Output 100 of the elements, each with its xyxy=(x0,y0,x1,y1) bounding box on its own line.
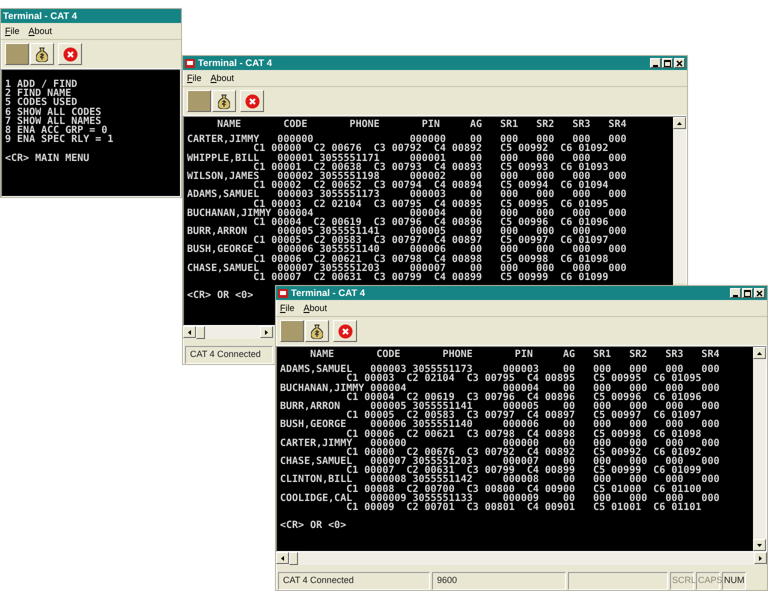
status-field: CAT 4 Connected xyxy=(185,346,273,364)
keyboard-indicator: SCRL xyxy=(670,572,694,590)
scroll-up-button[interactable] xyxy=(753,347,766,359)
column-headers: NAME CODE PHONE PIN AG SR1 SR2 SR3 SR4 xyxy=(216,120,626,130)
terminal-line: C1 00005 C2 00583 C3 00797 C4 00897 C5 00997 C6 01097 xyxy=(346,411,702,420)
maximize-icon xyxy=(664,60,671,66)
terminal-line: C1 00003 C2 02104 C3 00795 C4 00895 C5 00995 C6 01095 xyxy=(346,374,702,384)
terminal-line: CLINTON,BILL 000008 3055551142 000008 00 000 000 000 000 xyxy=(280,475,720,485)
maximize-icon xyxy=(744,290,751,296)
stop-icon xyxy=(338,324,352,338)
window-title: Terminal - CAT 4 xyxy=(291,288,366,298)
menu-item[interactable]: File xyxy=(187,73,202,83)
terminal-line: BURR,ARRON 000005 3055551141 000005 00 000 000 000 000 xyxy=(280,402,720,412)
terminal-line: CARTER,JIMMY 000000 000000 00 000 000 000 000 xyxy=(280,438,720,448)
status-field: CAT 4 Connected xyxy=(278,572,430,590)
terminal-line: C1 00006 C2 00621 C3 00798 C4 00898 C5 00998 C6 01098 xyxy=(346,430,702,439)
toolbar-button[interactable] xyxy=(280,320,304,342)
scroll-thumb[interactable] xyxy=(196,326,205,339)
terminal-prompt: <CR> OR <0> xyxy=(187,291,254,301)
scroll-right-button[interactable] xyxy=(260,326,273,338)
scroll-left-button[interactable] xyxy=(183,326,196,338)
terminal-line: C1 00003 C2 02104 C3 00795 C4 00895 C5 00995 C6 01095 xyxy=(253,200,608,209)
scroll-right-button[interactable] xyxy=(754,552,767,564)
toolbar-button[interactable] xyxy=(5,43,29,65)
scroll-left-button[interactable] xyxy=(276,552,289,564)
terminal-line: C1 00006 C2 00621 C3 00798 C4 00898 C5 00998 C6 01098 xyxy=(253,254,608,264)
terminal-line: 7 SHOW ALL NAMES xyxy=(5,116,102,126)
keyboard-indicator: NUM xyxy=(722,572,746,590)
terminal-line: C1 00000 C2 00676 C3 00792 C4 00892 C5 00992 C6 01092 xyxy=(346,448,702,458)
window-title: Terminal - CAT 4 xyxy=(3,10,78,22)
column-headers: NAME CODE PHONE PIN AG SR1 SR2 SR3 SR4 xyxy=(309,350,720,360)
terminal-line: 9 ENA SPEC RLY = 1 xyxy=(5,135,114,144)
menu-item[interactable]: About xyxy=(28,26,52,36)
menu-item[interactable]: File xyxy=(280,303,295,313)
window-title: Terminal - CAT 4 xyxy=(198,58,274,68)
terminal-prompt: <CR> OR <0> xyxy=(280,521,346,531)
terminal-line: 1 ADD / FIND xyxy=(5,80,78,90)
toolbar-button[interactable] xyxy=(212,90,236,112)
maximize-button[interactable] xyxy=(662,58,673,68)
money-bag-icon xyxy=(218,94,230,108)
right-arrow-icon xyxy=(265,330,268,334)
terminal-line: 8 ENA ACC GRP = 0 xyxy=(5,126,108,136)
up-arrow-icon xyxy=(677,122,682,124)
terminal-line: WILSON,JAMES 000002 3055551198 000002 00 000 000 000 000 xyxy=(187,172,626,182)
terminal-line: BURR,ARRON 000005 3055551141 000005 00 000 000 000 000 xyxy=(187,227,626,236)
close-icon xyxy=(756,290,763,296)
terminal-line: C1 00004 C2 00619 C3 00796 C4 00896 C5 00996 C6 01096 xyxy=(253,218,608,228)
left-arrow-icon xyxy=(281,556,284,560)
terminal-line: C1 00005 C2 00583 C3 00797 C4 00897 C5 00997 C6 01097 xyxy=(253,236,608,246)
terminal-line: C1 00007 C2 00631 C3 00799 C4 00899 C5 00999 C6 01099 xyxy=(346,466,702,476)
terminal-line: C1 00001 C2 00638 C3 00793 C4 00893 C5 00993 C6 01093 xyxy=(253,162,608,172)
minimize-button[interactable] xyxy=(730,288,741,298)
terminal-line: 6 SHOW ALL CODES xyxy=(5,108,102,117)
right-arrow-icon xyxy=(759,556,762,560)
terminal-line: C1 00004 C2 00619 C3 00796 C4 00896 C5 00996 C6 01096 xyxy=(346,392,702,402)
maximize-button[interactable] xyxy=(742,288,753,298)
app-icon xyxy=(185,58,195,68)
terminal-line: C1 00000 C2 00676 C3 00792 C4 00892 C5 00992 C6 01092 xyxy=(253,144,608,154)
minimize-button[interactable] xyxy=(650,58,661,68)
terminal-line: BUCHANAN,JIMMY 000004 000004 00 000 000 000 000 xyxy=(280,384,720,393)
terminal-line: ADAMS,SAMUEL 000003 3055551173 000003 00 000 000 000 000 xyxy=(280,365,720,374)
keyboard-indicator: CAPS xyxy=(696,572,720,590)
terminal-line: CHASE,SAMUEL 000007 3055551203 000007 00 000 000 000 000 xyxy=(280,457,720,466)
down-arrow-icon xyxy=(757,544,762,546)
terminal-line: C1 00007 C2 00631 C3 00799 C4 00899 C5 00999 C6 01099 xyxy=(253,273,608,282)
toolbar-button[interactable] xyxy=(240,90,264,112)
toolbar-button[interactable] xyxy=(58,43,82,65)
left-arrow-icon xyxy=(188,330,191,334)
terminal-line: C1 00002 C2 00652 C3 00794 C4 00894 C5 00994 C6 01094 xyxy=(253,181,608,190)
close-button[interactable] xyxy=(674,58,685,68)
up-arrow-icon xyxy=(757,352,762,354)
toolbar-button[interactable] xyxy=(187,90,211,112)
toolbar-button[interactable] xyxy=(333,320,357,342)
terminal-line: BUCHANAN,JIMMY 000004 000004 00 000 000 000 000 xyxy=(187,208,626,218)
terminal-line: BUSH,GEORGE 000006 3055551140 000006 00 000 000 000 000 xyxy=(187,245,626,255)
toolbar-button[interactable] xyxy=(30,43,54,65)
close-button[interactable] xyxy=(754,288,765,298)
scroll-down-button[interactable] xyxy=(753,539,766,551)
terminal-line: C1 00008 C2 00700 C3 00800 C4 00900 C5 01000 C6 01100 xyxy=(346,484,702,494)
money-bag-icon xyxy=(311,324,323,338)
status-field: 9600 xyxy=(432,572,566,590)
terminal-line: 2 FIND NAME xyxy=(5,89,72,98)
scroll-up-button[interactable] xyxy=(673,117,686,129)
menu-item[interactable]: File xyxy=(5,26,20,36)
stop-icon xyxy=(62,46,78,62)
terminal-line: CHASE,SAMUEL 000007 3055551203 000007 00 000 000 000 000 xyxy=(187,264,626,273)
terminal-prompt: <CR> MAIN MENU xyxy=(5,154,90,163)
money-bag-icon xyxy=(36,46,48,62)
menu-item[interactable]: About xyxy=(210,73,234,83)
menu-item[interactable]: About xyxy=(304,303,328,313)
stop-icon xyxy=(244,94,260,108)
terminal-line: WHIPPLE,BILL 000001 3055551171 000001 00 000 000 000 000 xyxy=(187,154,626,163)
terminal-line: 5 CODES USED xyxy=(5,98,78,108)
scroll-thumb[interactable] xyxy=(289,552,298,565)
terminal-line: CARTER,JIMMY 000000 000000 00 000 000 000 000 xyxy=(187,135,626,144)
terminal-line: COOLIDGE,CAL 000009 3055551133 000009 00 000 000 000 000 xyxy=(280,494,720,503)
app-icon xyxy=(278,288,288,298)
terminal-line: BUSH,GEORGE 000006 3055551140 000006 00 000 000 000 000 xyxy=(280,420,720,430)
toolbar-button[interactable] xyxy=(305,320,329,342)
terminal-line: ADAMS,SAMUEL 000003 3055551173 000003 00 000 000 000 000 xyxy=(187,190,626,200)
